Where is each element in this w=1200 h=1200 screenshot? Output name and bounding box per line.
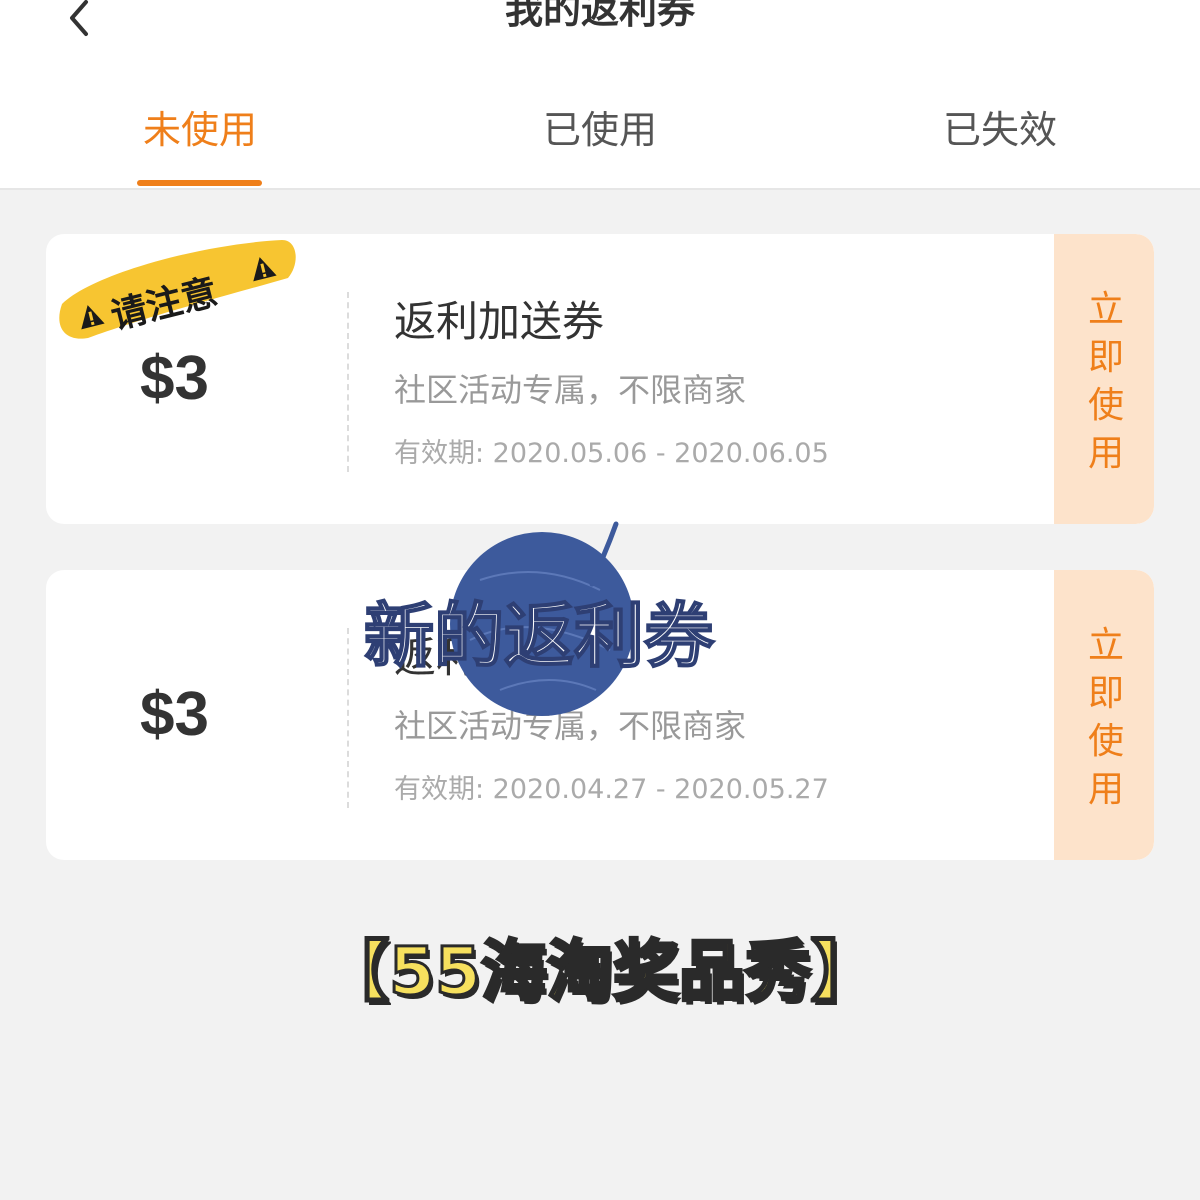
- coupon-divider: [347, 628, 349, 808]
- overlay-text: 新的返利券: [364, 595, 715, 677]
- coupon-description: 社区活动专属，不限商家: [394, 371, 747, 409]
- tab-expired[interactable]: 已失效: [900, 106, 1100, 154]
- notice-sticker: 请注意: [59, 240, 296, 339]
- handwriting-overlay: 新的返利券: [363, 521, 716, 716]
- page-title: 我的返利券: [504, 0, 695, 32]
- coupon-divider: [347, 292, 349, 472]
- tab-unused[interactable]: 未使用: [100, 106, 300, 154]
- coupon-validity: 有效期: 2020.05.06 - 2020.06.05: [394, 438, 829, 469]
- promo-banner: 【55海淘奖品秀】: [322, 932, 879, 1012]
- coupon-amount: $3: [140, 344, 209, 413]
- ticket-serration: [1046, 234, 1062, 524]
- coupon-title: 返利加送券: [394, 297, 605, 346]
- ticket-serration: [1046, 570, 1062, 860]
- use-now-label: 立即使用: [1087, 625, 1124, 810]
- use-now-button[interactable]: 立即使用: [1046, 234, 1154, 524]
- coupon-amount: $3: [140, 680, 209, 749]
- active-tab-indicator: [137, 180, 262, 186]
- coupon-validity: 有效期: 2020.04.27 - 2020.05.27: [394, 774, 829, 805]
- header: 我的返利券 未使用 已使用 已失效: [0, 0, 1200, 190]
- use-now-button[interactable]: 立即使用: [1046, 570, 1154, 860]
- use-now-label: 立即使用: [1087, 289, 1124, 474]
- tab-used[interactable]: 已使用: [500, 106, 700, 154]
